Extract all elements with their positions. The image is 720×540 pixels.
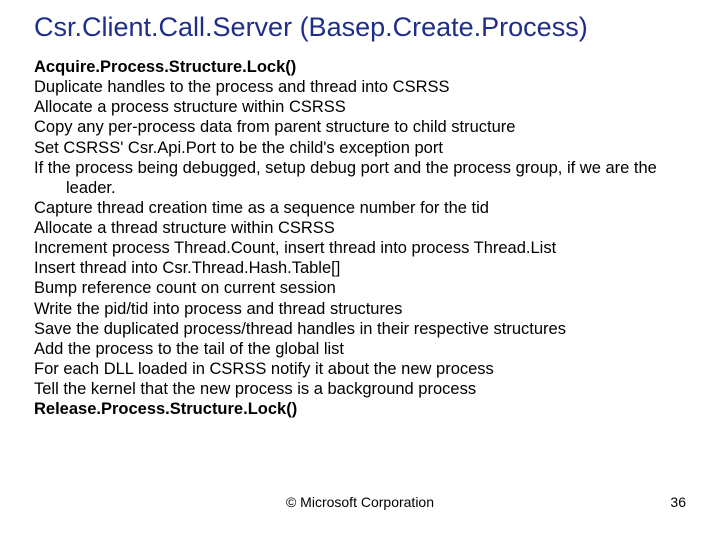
line-acquire-lock: Acquire.Process.Structure.Lock() [66,57,686,77]
line-alloc-process: Allocate a process structure within CSRS… [66,97,686,117]
line-duplicate-handles: Duplicate handles to the process and thr… [66,77,686,97]
line-insert-hash: Insert thread into Csr.Thread.Hash.Table… [66,258,686,278]
line-write-pidtid: Write the pid/tid into process and threa… [66,299,686,319]
line-tell-kernel: Tell the kernel that the new process is … [66,379,686,399]
line-bump-refcount: Bump reference count on current session [66,278,686,298]
line-add-global: Add the process to the tail of the globa… [66,339,686,359]
line-save-handles: Save the duplicated process/thread handl… [66,319,686,339]
line-notify-dlls: For each DLL loaded in CSRSS notify it a… [66,359,686,379]
footer-copyright: © Microsoft Corporation [0,494,720,510]
line-inc-threadcount: Increment process Thread.Count, insert t… [66,238,686,258]
line-capture-tid: Capture thread creation time as a sequen… [66,198,686,218]
line-copy-perprocess: Copy any per-process data from parent st… [66,117,686,137]
page-number: 36 [670,494,686,510]
slide-body: Acquire.Process.Structure.Lock() Duplica… [34,57,686,419]
slide-title: Csr.Client.Call.Server (Basep.Create.Pro… [34,12,686,43]
line-alloc-thread: Allocate a thread structure within CSRSS [66,218,686,238]
line-set-apiport: Set CSRSS' Csr.Api.Port to be the child'… [66,138,686,158]
line-debug-port: If the process being debugged, setup deb… [66,158,686,198]
slide: Csr.Client.Call.Server (Basep.Create.Pro… [0,0,720,540]
line-release-lock: Release.Process.Structure.Lock() [66,399,686,419]
